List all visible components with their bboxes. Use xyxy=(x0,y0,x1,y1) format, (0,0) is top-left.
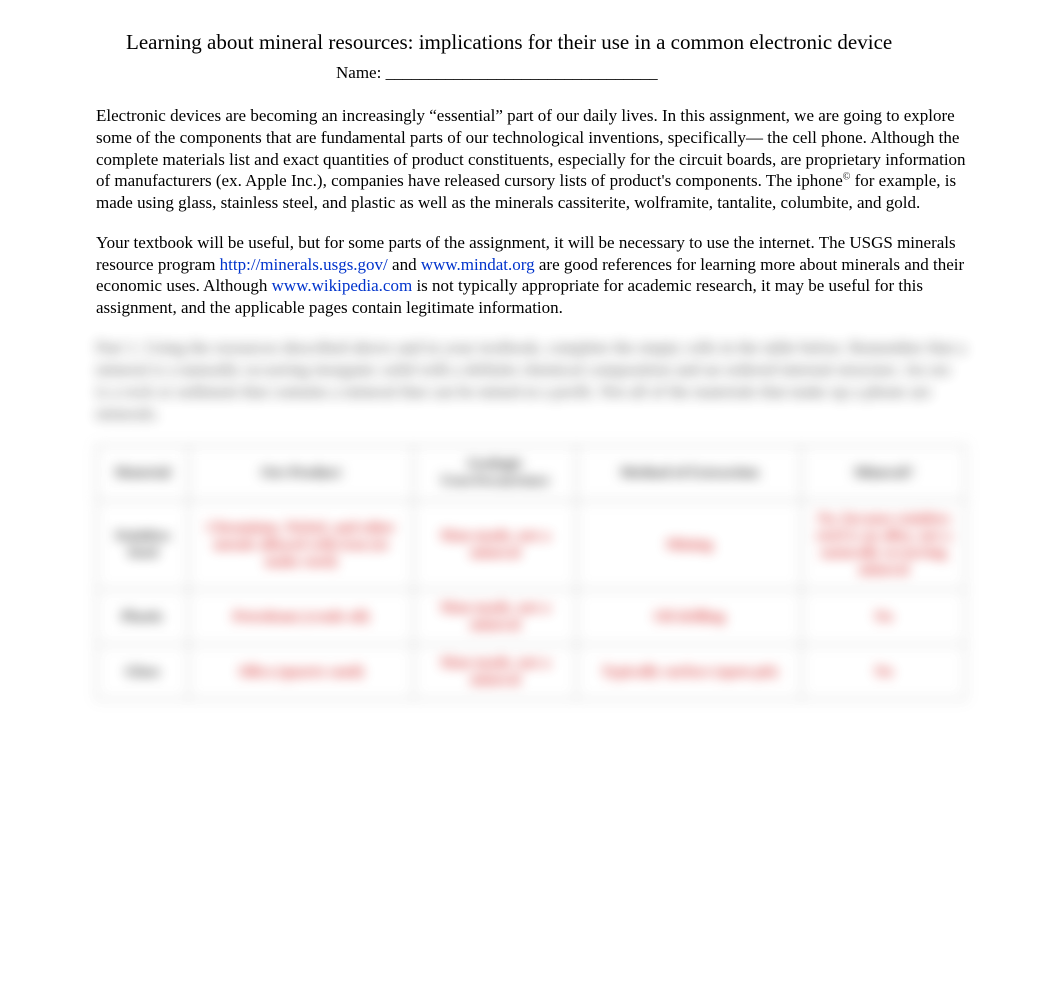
cell-material: Stainless Steel xyxy=(97,501,189,590)
usgs-link[interactable]: http://minerals.usgs.gov/ xyxy=(220,255,388,274)
table-row: Plastic Petroleum (crude oil) Man-made, … xyxy=(97,590,966,645)
cell-location: Typically surface (open-pit) xyxy=(577,645,802,700)
cell-material: Plastic xyxy=(97,590,189,645)
header-ore: Ore Product xyxy=(189,446,414,501)
cell-occurrence: Man-made, not a mineral xyxy=(413,590,577,645)
cell-location: Mining xyxy=(577,501,802,590)
table-row: Glass Silica (quartz sand) Man-made, not… xyxy=(97,645,966,700)
mindat-link[interactable]: www.mindat.org xyxy=(421,255,535,274)
header-mineral: Mineral? xyxy=(802,446,966,501)
document-page: Learning about mineral resources: implic… xyxy=(0,0,1062,730)
blurred-content: Part 1. Using the resources described ab… xyxy=(96,337,966,700)
header-location: Method of Extraction xyxy=(577,446,802,501)
table-row: Stainless Steel Chromium, Nickel, and ot… xyxy=(97,501,966,590)
cell-material: Glass xyxy=(97,645,189,700)
cell-location: Oil drilling xyxy=(577,590,802,645)
header-occurrence: Geologic Uses/Occurrence xyxy=(413,446,577,501)
para2-text-b: and xyxy=(388,255,421,274)
intro-paragraph-1: Electronic devices are becoming an incre… xyxy=(96,105,966,214)
table-header-row: Material Ore Product Geologic Uses/Occur… xyxy=(97,446,966,501)
name-field-label: Name: ________________________________ xyxy=(336,63,966,83)
blurred-instructions: Part 1. Using the resources described ab… xyxy=(96,337,966,425)
cell-mineral: No xyxy=(802,590,966,645)
cell-mineral: No xyxy=(802,645,966,700)
intro-paragraph-2: Your textbook will be useful, but for so… xyxy=(96,232,966,319)
wikipedia-link[interactable]: www.wikipedia.com xyxy=(272,276,413,295)
cell-ore: Silica (quartz sand) xyxy=(189,645,414,700)
cell-occurrence: Man-made, not a mineral xyxy=(413,645,577,700)
minerals-table: Material Ore Product Geologic Uses/Occur… xyxy=(96,445,966,700)
cell-mineral: No, because stainless steel is an alloy,… xyxy=(802,501,966,590)
cell-ore: Chromium, Nickel, and other metals alloy… xyxy=(189,501,414,590)
cell-ore: Petroleum (crude oil) xyxy=(189,590,414,645)
cell-occurrence: Man-made, not a mineral xyxy=(413,501,577,590)
para1-text-a: Electronic devices are becoming an incre… xyxy=(96,106,966,190)
header-material: Material xyxy=(97,446,189,501)
page-title: Learning about mineral resources: implic… xyxy=(126,30,966,55)
